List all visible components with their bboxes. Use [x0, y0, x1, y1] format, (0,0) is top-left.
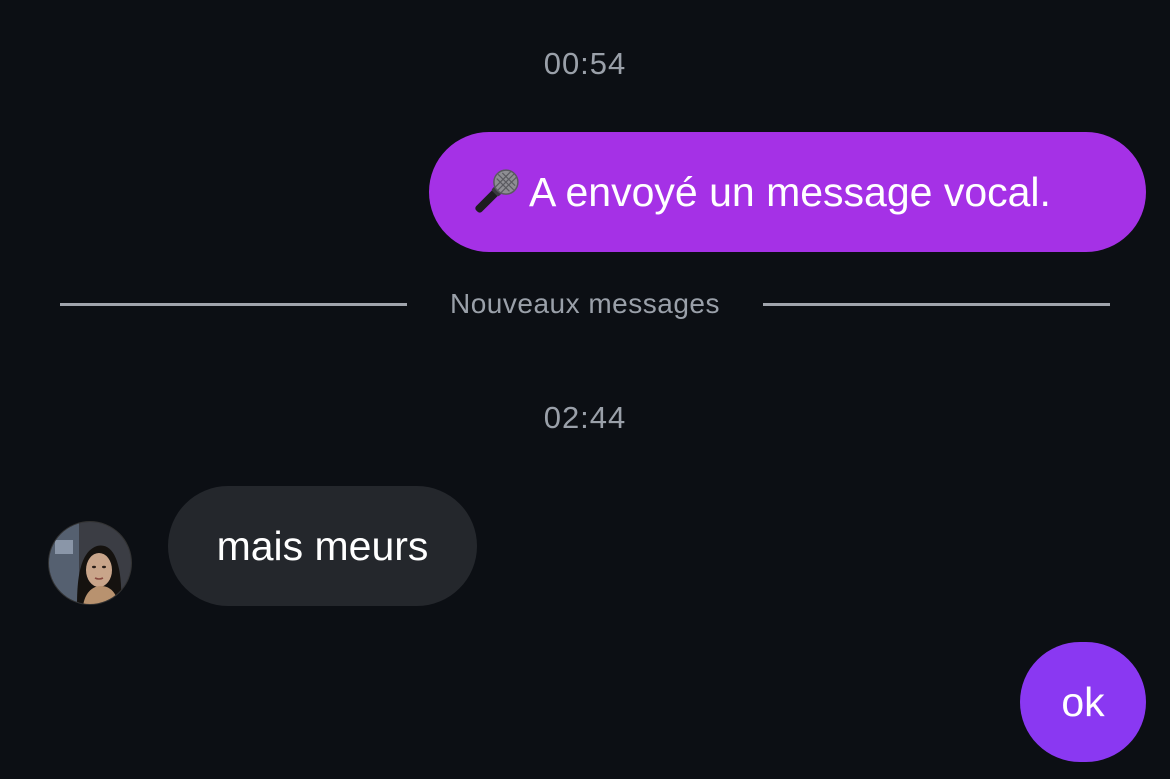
message-timestamp: 02:44 — [543, 400, 627, 435]
microphone-icon — [467, 163, 525, 221]
divider-line-left — [60, 303, 407, 306]
avatar[interactable] — [48, 521, 132, 605]
voice-message-bubble[interactable]: A envoyé un message vocal. — [429, 132, 1146, 252]
voice-message-text: A envoyé un message vocal. — [529, 168, 1051, 215]
outgoing-message-bubble[interactable]: ok — [1020, 642, 1146, 762]
message-timestamp: 00:54 — [543, 46, 627, 81]
new-messages-divider: Nouveaux messages — [0, 282, 1170, 326]
incoming-message-text: mais meurs — [216, 522, 429, 569]
outgoing-message-text: ok — [1061, 678, 1105, 725]
incoming-message-bubble[interactable]: mais meurs — [168, 486, 477, 606]
new-messages-label: Nouveaux messages — [450, 288, 720, 319]
divider-line-right — [763, 303, 1110, 306]
